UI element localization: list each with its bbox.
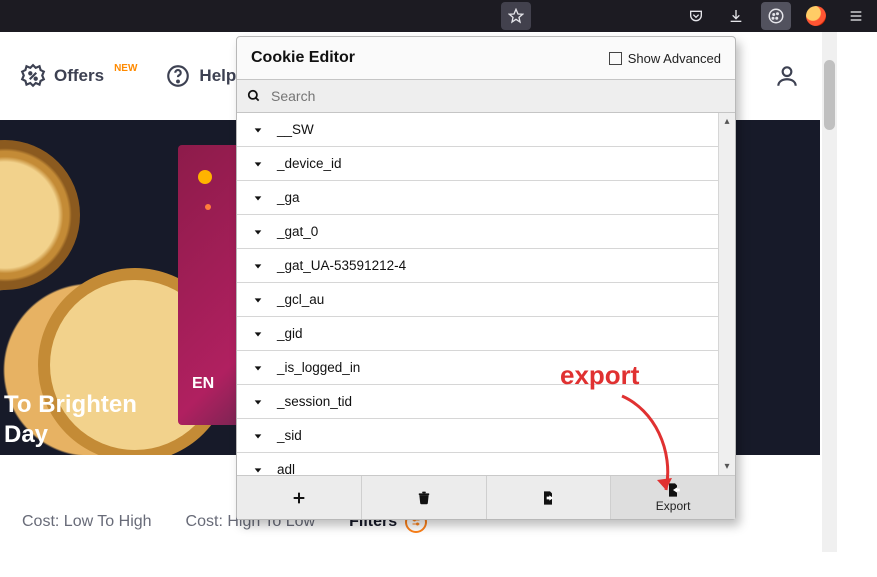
chevron-down-icon	[253, 261, 263, 271]
chevron-down-icon	[253, 227, 263, 237]
checkbox-icon	[609, 52, 622, 65]
cookie-name: adl	[277, 462, 295, 475]
nav-offers-label: Offers	[54, 66, 104, 86]
popup-header: Cookie Editor Show Advanced	[237, 37, 735, 79]
add-cookie-button[interactable]	[237, 476, 362, 519]
page-scrollbar[interactable]	[822, 32, 837, 552]
hero-line2: Day	[4, 420, 137, 450]
cookie-editor-extension-button[interactable]	[761, 2, 791, 30]
export-button[interactable]: Export	[611, 476, 735, 519]
help-icon	[165, 63, 191, 89]
cookie-row[interactable]: _gat_UA-53591212-4	[237, 249, 735, 283]
nav-signin[interactable]	[774, 63, 800, 89]
chevron-down-icon	[253, 159, 263, 169]
show-advanced-toggle[interactable]: Show Advanced	[609, 51, 721, 66]
cookie-row[interactable]: _gat_0	[237, 215, 735, 249]
cookie-row[interactable]: __SW	[237, 113, 735, 147]
cookie-row[interactable]: _gid	[237, 317, 735, 351]
downloads-icon	[728, 8, 744, 24]
extension-icon	[806, 6, 826, 26]
nav-help-label: Help	[199, 66, 236, 86]
other-extension-button[interactable]	[801, 2, 831, 30]
trash-icon	[417, 490, 431, 506]
cookie-list: __SW _device_id _ga _gat_0 _gat_UA-53591…	[237, 113, 735, 475]
cookie-name: _gid	[277, 326, 303, 341]
offers-icon	[20, 63, 46, 89]
promo-card-text: EN	[192, 375, 214, 393]
star-icon	[508, 8, 524, 24]
chevron-down-icon	[253, 363, 263, 373]
downloads-button[interactable]	[721, 2, 751, 30]
chevron-down-icon	[253, 295, 263, 305]
cookie-editor-icon	[767, 7, 785, 25]
cookie-row[interactable]: _gcl_au	[237, 283, 735, 317]
cookie-name: _device_id	[277, 156, 342, 171]
popup-toolbar: Export	[237, 475, 735, 519]
plus-icon	[291, 490, 307, 506]
cookie-editor-popup: Cookie Editor Show Advanced __SW _device…	[236, 36, 736, 520]
nav-offers-badge: NEW	[114, 63, 137, 74]
search-icon	[247, 89, 261, 103]
user-icon	[774, 63, 800, 89]
cookie-row[interactable]: _is_logged_in	[237, 351, 735, 385]
import-icon	[540, 490, 556, 506]
hero-line1: To Brighten	[4, 390, 137, 420]
cookie-row[interactable]: adl	[237, 453, 735, 475]
nav-help[interactable]: Help	[165, 63, 236, 89]
app-menu-button[interactable]	[841, 2, 871, 30]
page-scrollbar-thumb[interactable]	[824, 60, 835, 130]
cookie-row[interactable]: _device_id	[237, 147, 735, 181]
cookie-name: _session_tid	[277, 394, 352, 409]
cookie-row[interactable]: _session_tid	[237, 385, 735, 419]
pocket-button[interactable]	[681, 2, 711, 30]
cookie-name: _ga	[277, 190, 300, 205]
list-scrollbar[interactable]: ▴ ▾	[718, 113, 735, 475]
pocket-icon	[688, 8, 704, 24]
search-input[interactable]	[271, 88, 725, 104]
filter-cost-low-high[interactable]: Cost: Low To High	[22, 513, 152, 531]
cookie-name: _gat_0	[277, 224, 318, 239]
bookmark-star-button[interactable]	[501, 2, 531, 30]
cookie-row[interactable]: _ga	[237, 181, 735, 215]
chevron-down-icon	[253, 329, 263, 339]
delete-all-button[interactable]	[362, 476, 487, 519]
chevron-down-icon	[253, 465, 263, 475]
hero-headline: To Brighten Day	[4, 390, 137, 450]
import-button[interactable]	[487, 476, 612, 519]
cookie-name: _gat_UA-53591212-4	[277, 258, 406, 273]
popup-title: Cookie Editor	[251, 49, 355, 67]
hamburger-menu-icon	[848, 8, 864, 24]
scroll-up-button[interactable]: ▴	[719, 113, 735, 130]
nav-offers[interactable]: Offers NEW	[20, 63, 135, 89]
cookie-name: _sid	[277, 428, 302, 443]
show-advanced-label: Show Advanced	[628, 51, 721, 66]
export-button-label: Export	[656, 499, 691, 513]
search-bar[interactable]	[237, 79, 735, 113]
scroll-down-button[interactable]: ▾	[719, 458, 735, 475]
cookie-row[interactable]: _sid	[237, 419, 735, 453]
chevron-down-icon	[253, 193, 263, 203]
export-icon	[665, 482, 681, 498]
chevron-down-icon	[253, 431, 263, 441]
cookie-name: _is_logged_in	[277, 360, 360, 375]
chevron-down-icon	[253, 397, 263, 407]
cookie-name: __SW	[277, 122, 314, 137]
chevron-down-icon	[253, 125, 263, 135]
cookie-name: _gcl_au	[277, 292, 324, 307]
browser-toolbar	[0, 0, 877, 32]
